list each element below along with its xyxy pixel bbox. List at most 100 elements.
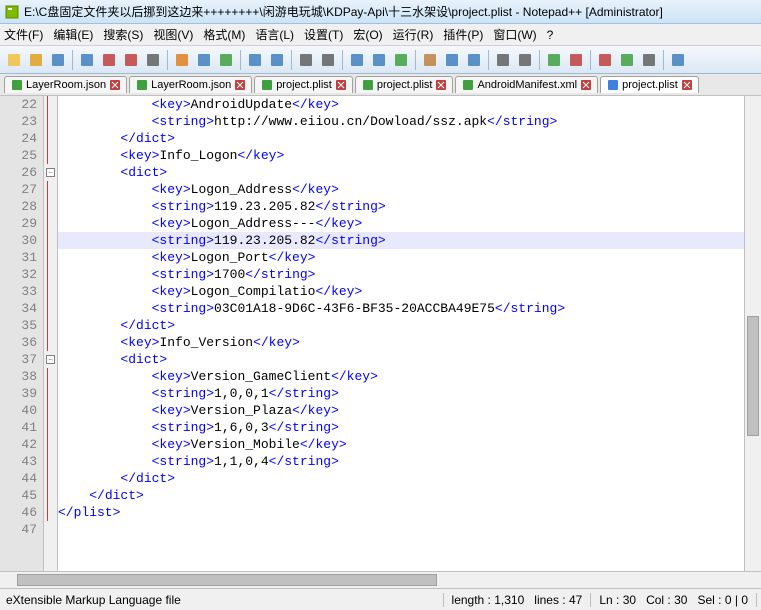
code-line[interactable]: <string>03C01A18-9D6C-43F6-BF35-20ACCBA4… — [58, 300, 744, 317]
zoom-out-button[interactable] — [369, 50, 389, 70]
code-line[interactable]: <key>Info_Version</key> — [58, 334, 744, 351]
code-line[interactable]: <string>119.23.205.82</string> — [58, 232, 744, 249]
code-area[interactable]: <key>AndroidUpdate</key> <string>http://… — [58, 96, 744, 571]
code-line[interactable]: </dict> — [58, 130, 744, 147]
indent-button[interactable] — [464, 50, 484, 70]
menu-item[interactable]: 格式(M) — [203, 26, 245, 43]
menu-item[interactable]: 文件(F) — [4, 26, 43, 43]
fold-cell[interactable] — [44, 147, 57, 164]
tab[interactable]: project.plist — [600, 76, 699, 93]
code-line[interactable]: <key>Version_Plaza</key> — [58, 402, 744, 419]
fold-cell[interactable] — [44, 385, 57, 402]
undo-button[interactable] — [245, 50, 265, 70]
code-line[interactable]: </dict> — [58, 470, 744, 487]
comment-button[interactable] — [544, 50, 564, 70]
menu-item[interactable]: 语言(L) — [255, 26, 294, 43]
close-icon[interactable] — [581, 80, 591, 90]
fold-cell[interactable] — [44, 368, 57, 385]
close-icon[interactable] — [436, 80, 446, 90]
code-line[interactable] — [58, 521, 744, 538]
fold-cell[interactable] — [44, 249, 57, 266]
fold-button[interactable] — [493, 50, 513, 70]
horizontal-scrollbar-thumb[interactable] — [17, 574, 437, 586]
menu-item[interactable]: 视图(V) — [153, 26, 193, 43]
close-icon[interactable] — [336, 80, 346, 90]
code-line[interactable]: <dict> — [58, 164, 744, 181]
fold-cell[interactable] — [44, 504, 57, 521]
fold-cell[interactable] — [44, 232, 57, 249]
new-button[interactable] — [4, 50, 24, 70]
menu-item[interactable]: 搜索(S) — [103, 26, 143, 43]
tab[interactable]: project.plist — [254, 76, 353, 93]
fold-cell[interactable] — [44, 453, 57, 470]
fold-cell[interactable] — [44, 521, 57, 538]
menu-item[interactable]: 设置(T) — [304, 26, 343, 43]
fold-cell[interactable] — [44, 198, 57, 215]
fold-cell[interactable] — [44, 419, 57, 436]
code-line[interactable]: <string>119.23.205.82</string> — [58, 198, 744, 215]
fold-cell[interactable] — [44, 300, 57, 317]
code-line[interactable]: <key>Logon_Address</key> — [58, 181, 744, 198]
vertical-scrollbar[interactable] — [744, 96, 761, 571]
fold-cell[interactable] — [44, 436, 57, 453]
fold-cell[interactable] — [44, 113, 57, 130]
code-line[interactable]: </dict> — [58, 317, 744, 334]
replace-button[interactable] — [318, 50, 338, 70]
zoom-in-button[interactable] — [347, 50, 367, 70]
vertical-scrollbar-thumb[interactable] — [747, 316, 759, 436]
wrap-button[interactable] — [420, 50, 440, 70]
code-line[interactable]: </plist> — [58, 504, 744, 521]
code-line[interactable]: <key>Version_GameClient</key> — [58, 368, 744, 385]
unfold-button[interactable] — [515, 50, 535, 70]
menu-item[interactable]: 运行(R) — [393, 26, 434, 43]
fold-cell[interactable] — [44, 266, 57, 283]
fold-cell[interactable] — [44, 334, 57, 351]
close-button[interactable] — [99, 50, 119, 70]
code-line[interactable]: <key>Logon_Compilatio</key> — [58, 283, 744, 300]
tab[interactable]: project.plist — [355, 76, 454, 93]
tab[interactable]: AndroidManifest.xml — [455, 76, 598, 93]
cut-button[interactable] — [172, 50, 192, 70]
open-button[interactable] — [26, 50, 46, 70]
close-icon[interactable] — [682, 80, 692, 90]
code-line[interactable]: <dict> — [58, 351, 744, 368]
code-line[interactable]: <key>AndroidUpdate</key> — [58, 96, 744, 113]
find-button[interactable] — [296, 50, 316, 70]
fold-cell[interactable] — [44, 96, 57, 113]
fold-cell[interactable] — [44, 130, 57, 147]
print-button[interactable] — [143, 50, 163, 70]
fold-cell[interactable]: − — [44, 351, 57, 368]
horizontal-scrollbar[interactable] — [0, 571, 761, 588]
code-line[interactable]: </dict> — [58, 487, 744, 504]
menu-item[interactable]: ? — [547, 28, 554, 42]
fold-cell[interactable]: − — [44, 164, 57, 181]
close-icon[interactable] — [110, 80, 120, 90]
code-line[interactable]: <key>Info_Logon</key> — [58, 147, 744, 164]
save-button[interactable] — [48, 50, 68, 70]
tab[interactable]: LayerRoom.json — [129, 76, 252, 93]
fold-cell[interactable] — [44, 181, 57, 198]
show-all-button[interactable] — [442, 50, 462, 70]
code-line[interactable]: <key>Version_Mobile</key> — [58, 436, 744, 453]
tab[interactable]: LayerRoom.json — [4, 76, 127, 93]
code-line[interactable]: <string>1,0,0,1</string> — [58, 385, 744, 402]
uncomment-button[interactable] — [566, 50, 586, 70]
play-button[interactable] — [617, 50, 637, 70]
code-line[interactable]: <string>http://www.eiiou.cn/Dowload/ssz.… — [58, 113, 744, 130]
fold-minus-icon[interactable]: − — [46, 168, 55, 177]
menu-item[interactable]: 宏(O) — [353, 26, 382, 43]
code-line[interactable]: <string>1,6,0,3</string> — [58, 419, 744, 436]
menu-item[interactable]: 编辑(E) — [53, 26, 93, 43]
record-button[interactable] — [595, 50, 615, 70]
fold-cell[interactable] — [44, 487, 57, 504]
code-line[interactable]: <string>1,1,0,4</string> — [58, 453, 744, 470]
run-button[interactable] — [668, 50, 688, 70]
close-icon[interactable] — [235, 80, 245, 90]
copy-button[interactable] — [194, 50, 214, 70]
fold-cell[interactable] — [44, 215, 57, 232]
sync-button[interactable] — [391, 50, 411, 70]
fold-cell[interactable] — [44, 402, 57, 419]
paste-button[interactable] — [216, 50, 236, 70]
fold-cell[interactable] — [44, 317, 57, 334]
save-all-button[interactable] — [77, 50, 97, 70]
